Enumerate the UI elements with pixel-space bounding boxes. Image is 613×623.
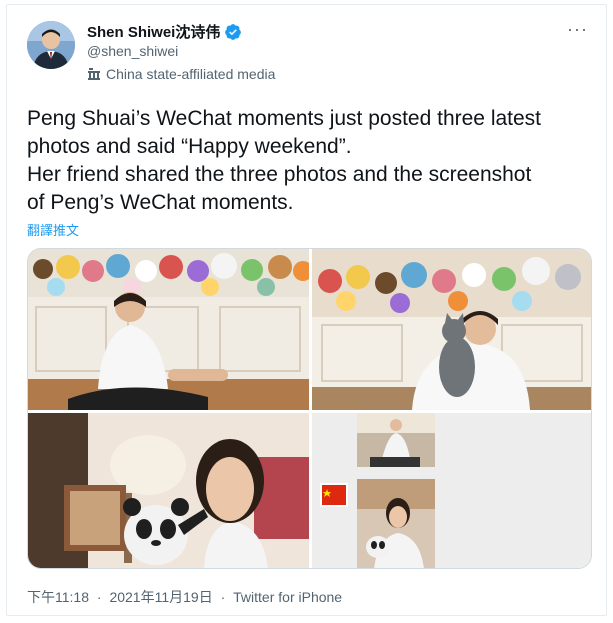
tweet-text-line: of Peng’s WeChat moments. [27,191,294,214]
tweet-text: Peng Shuai’s WeChat moments just posted … [27,105,602,217]
verified-badge-icon [225,23,242,40]
tweet-text-line: photos and said “Happy weekend”. [27,135,352,158]
more-options-icon[interactable]: ··· [567,19,588,40]
translate-tweet-link[interactable]: 翻譯推文 [27,220,79,239]
media-grid [27,248,592,569]
author-name-row[interactable]: Shen Shiwei沈诗伟 [87,21,242,42]
photo-holding-cat-plush-toys[interactable] [312,249,591,410]
separator-dot: · [220,589,226,605]
government-building-icon [88,68,100,80]
state-affiliation-label[interactable]: China state-affiliated media [87,66,275,82]
affiliation-text: China state-affiliated media [106,66,276,82]
author-handle[interactable]: @shen_shiwei [87,43,178,59]
tweet-date[interactable]: 2021年11月19日 [109,589,212,605]
tweet-time[interactable]: 下午11:18 [27,589,89,605]
tweet-card: Shen Shiwei沈诗伟 @shen_shiwei China state-… [6,4,607,616]
avatar[interactable] [27,21,75,69]
tweet-source[interactable]: Twitter for iPhone [233,589,342,605]
separator-dot: · [96,589,102,605]
photo-wechat-moments-screenshot[interactable] [312,413,591,568]
tweet-timestamp: 下午11:18 · 2021年11月19日 · Twitter for iPho… [27,587,342,607]
tweet-text-line: Peng Shuai’s WeChat moments just posted … [27,107,542,130]
author-display-name[interactable]: Shen Shiwei沈诗伟 [87,21,220,42]
photo-sitting-floor-plush-toys[interactable] [28,249,309,410]
photo-selfie-panda-toy[interactable] [28,413,309,568]
tweet-text-line: Her friend shared the three photos and t… [27,163,532,186]
